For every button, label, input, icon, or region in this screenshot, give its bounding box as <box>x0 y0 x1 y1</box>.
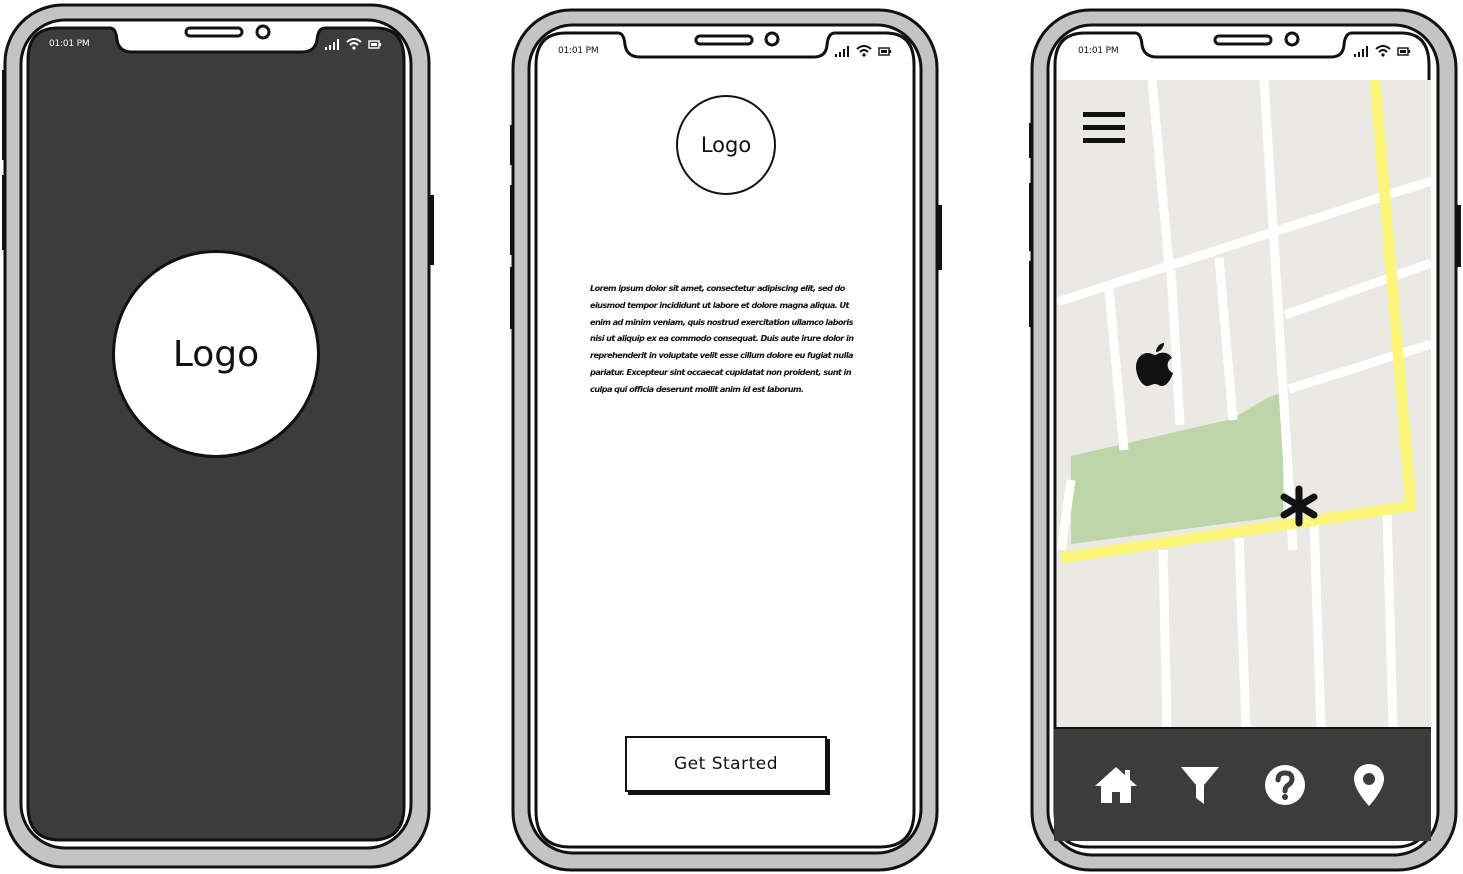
apple-marker-icon[interactable] <box>1135 342 1177 388</box>
home-icon <box>1095 767 1138 803</box>
signal-icon <box>835 46 849 57</box>
battery-icon <box>1397 47 1411 56</box>
phone-intro: 01:01 PM Logo Lorem ipsum dolor sit amet… <box>508 5 944 874</box>
nav-help[interactable] <box>1259 759 1311 811</box>
status-icons <box>1353 45 1411 57</box>
battery-icon <box>368 40 382 49</box>
wifi-icon <box>1375 45 1391 57</box>
nav-location[interactable] <box>1343 759 1395 811</box>
destination-marker-icon[interactable] <box>1278 485 1320 527</box>
intro-body-text: Lorem ipsum dolor sit amet, consectetur … <box>590 283 854 394</box>
status-time: 01:01 PM <box>558 46 599 56</box>
help-icon <box>1264 765 1305 805</box>
signal-icon <box>325 39 339 50</box>
wifi-icon <box>346 38 362 50</box>
phone-splash: 01:01 PM Logo <box>0 0 436 874</box>
nav-home[interactable] <box>1090 759 1142 811</box>
status-time: 01:01 PM <box>1078 46 1119 56</box>
phone-map: 01:01 PM <box>1027 5 1463 874</box>
wifi-icon <box>856 45 872 57</box>
filter-icon <box>1181 767 1220 804</box>
nav-filter[interactable] <box>1174 759 1226 811</box>
signal-icon <box>1354 46 1368 57</box>
get-started-button[interactable]: Get Started <box>625 736 827 792</box>
location-pin-icon <box>1353 764 1384 806</box>
status-icons <box>324 38 382 50</box>
logo: Logo <box>112 250 320 458</box>
status-time: 01:01 PM <box>49 39 90 49</box>
hamburger-icon <box>1083 112 1125 143</box>
status-icons <box>834 45 892 57</box>
logo: Logo <box>676 95 776 195</box>
bottom-nav <box>1054 727 1431 841</box>
menu-button[interactable] <box>1082 109 1126 149</box>
map-view[interactable] <box>1057 80 1431 728</box>
battery-icon <box>878 47 892 56</box>
